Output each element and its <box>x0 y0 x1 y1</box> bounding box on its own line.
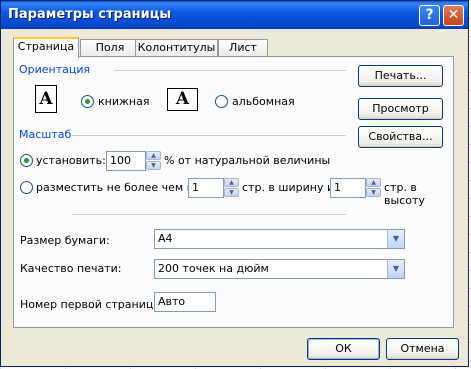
scale-set-radio[interactable] <box>20 154 33 167</box>
fit-tall-spinner[interactable]: ▲ ▼ <box>366 178 381 198</box>
cancel-button[interactable]: Отмена <box>386 338 459 360</box>
print-button[interactable]: Печать... <box>358 65 443 87</box>
orientation-group-title: Ориентация <box>19 63 91 76</box>
scale-fit-radio[interactable] <box>20 181 33 194</box>
close-button[interactable]: ✕ <box>443 5 464 26</box>
properties-button[interactable]: Свойства... <box>358 126 443 148</box>
chevron-down-icon[interactable]: ▼ <box>387 230 404 248</box>
preview-button[interactable]: Просмотр <box>358 98 443 120</box>
fit-tall-input[interactable]: 1 <box>330 178 366 198</box>
title-bar[interactable]: Параметры страницы ? ✕ <box>1 1 468 29</box>
portrait-label[interactable]: книжная <box>98 95 149 108</box>
page-setup-dialog: Параметры страницы ? ✕ Страница Поля Кол… <box>0 0 469 367</box>
fit-wide-suffix: стр. в ширину и <box>242 181 335 194</box>
scale-percent-suffix: % от натуральной величины <box>164 154 331 167</box>
scale-percent-spinner[interactable]: ▲ ▼ <box>146 151 161 171</box>
spin-up-icon[interactable]: ▲ <box>146 151 161 160</box>
scale-fit-label[interactable]: разместить не более чем на: <box>36 181 204 194</box>
landscape-label[interactable]: альбомная <box>232 95 295 108</box>
scale-set-label[interactable]: установить: <box>36 154 106 167</box>
tab-sheet[interactable]: Лист <box>218 39 268 56</box>
orientation-divider <box>114 70 346 71</box>
paper-size-select[interactable]: A4 ▼ <box>154 229 405 249</box>
scale-divider <box>72 135 346 136</box>
help-button[interactable]: ? <box>419 5 440 26</box>
print-quality-select[interactable]: 200 точек на дюйм ▼ <box>154 259 405 279</box>
spin-down-icon[interactable]: ▼ <box>224 188 239 197</box>
spin-down-icon[interactable]: ▼ <box>146 161 161 170</box>
tab-panel-page: Ориентация A книжная A альбомная Масштаб… <box>13 56 454 328</box>
first-page-number-input[interactable]: Авто <box>154 292 216 312</box>
tab-page[interactable]: Страница <box>13 37 79 58</box>
ok-button[interactable]: ОК <box>307 338 380 360</box>
first-page-number-label: Номер первой страницы: <box>20 298 166 311</box>
scale-bottom-divider <box>72 214 346 215</box>
portrait-page-icon: A <box>35 85 57 113</box>
landscape-page-icon: A <box>167 88 198 111</box>
window-title: Параметры страницы <box>8 7 172 22</box>
paper-size-label: Размер бумаги: <box>20 234 110 247</box>
spin-up-icon[interactable]: ▲ <box>224 178 239 187</box>
print-quality-label: Качество печати: <box>20 262 122 275</box>
portrait-radio[interactable] <box>81 95 94 108</box>
spin-down-icon[interactable]: ▼ <box>366 188 381 197</box>
scale-percent-input[interactable]: 100 <box>106 151 146 171</box>
chevron-down-icon[interactable]: ▼ <box>387 260 404 278</box>
fit-tall-suffix: стр. в высоту <box>384 181 425 207</box>
landscape-radio[interactable] <box>215 95 228 108</box>
spin-up-icon[interactable]: ▲ <box>366 178 381 187</box>
fit-wide-spinner[interactable]: ▲ ▼ <box>224 178 239 198</box>
tab-margins[interactable]: Поля <box>80 39 140 56</box>
tab-header-footer[interactable]: Колонтитулы <box>135 39 218 56</box>
scale-group-title: Масштаб <box>19 128 72 141</box>
fit-wide-input[interactable]: 1 <box>188 178 224 198</box>
